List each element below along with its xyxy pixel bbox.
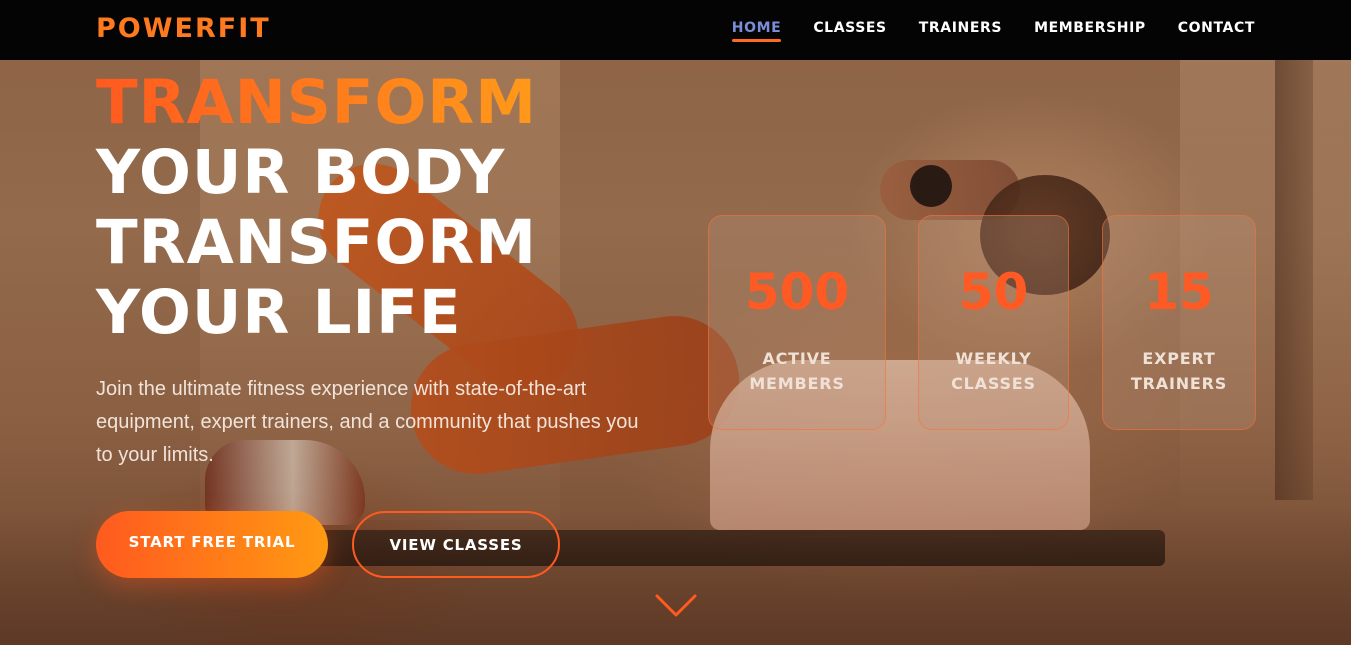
stat-card-members: 500 ACTIVE MEMBERS <box>708 215 886 430</box>
stat-label: WEEKLY CLASSES <box>951 349 1036 393</box>
stat-label: EXPERT TRAINERS <box>1130 349 1228 393</box>
background-athlete-watch <box>910 165 952 207</box>
nav-item-trainers[interactable]: TRAINERS <box>919 20 1002 42</box>
stat-value: 15 <box>1144 263 1214 321</box>
navbar: POWERFIT HOME CLASSES TRAINERS MEMBERSHI… <box>0 0 1351 60</box>
chevron-down-icon[interactable] <box>654 592 698 620</box>
headline-line-2: YOUR BODY <box>96 137 506 208</box>
stat-card-trainers: 15 EXPERT TRAINERS <box>1102 215 1256 430</box>
nav-menu: HOME CLASSES TRAINERS MEMBERSHIP CONTACT <box>731 20 1255 42</box>
nav-item-contact[interactable]: CONTACT <box>1178 20 1255 42</box>
stat-value: 500 <box>744 263 850 321</box>
headline-line-4: YOUR LIFE <box>96 277 462 348</box>
view-classes-button[interactable]: VIEW CLASSES <box>352 511 560 578</box>
hero-headline: TRANSFORM YOUR BODY TRANSFORM YOUR LIFE <box>96 68 537 348</box>
headline-line-3: TRANSFORM <box>96 207 537 278</box>
brand-logo[interactable]: POWERFIT <box>96 13 271 44</box>
nav-item-membership[interactable]: MEMBERSHIP <box>1034 20 1146 42</box>
hero-subtext: Join the ultimate fitness experience wit… <box>96 378 639 466</box>
stat-label: ACTIVE MEMBERS <box>749 349 845 393</box>
nav-item-home[interactable]: HOME <box>731 20 782 42</box>
headline-accent: TRANSFORM <box>96 67 537 138</box>
stat-card-classes: 50 WEEKLY CLASSES <box>918 215 1069 430</box>
start-free-trial-button[interactable]: START FREE TRIAL <box>96 511 328 578</box>
background-pillar <box>1275 60 1313 500</box>
stat-value: 50 <box>958 263 1029 321</box>
nav-item-classes[interactable]: CLASSES <box>813 20 886 42</box>
